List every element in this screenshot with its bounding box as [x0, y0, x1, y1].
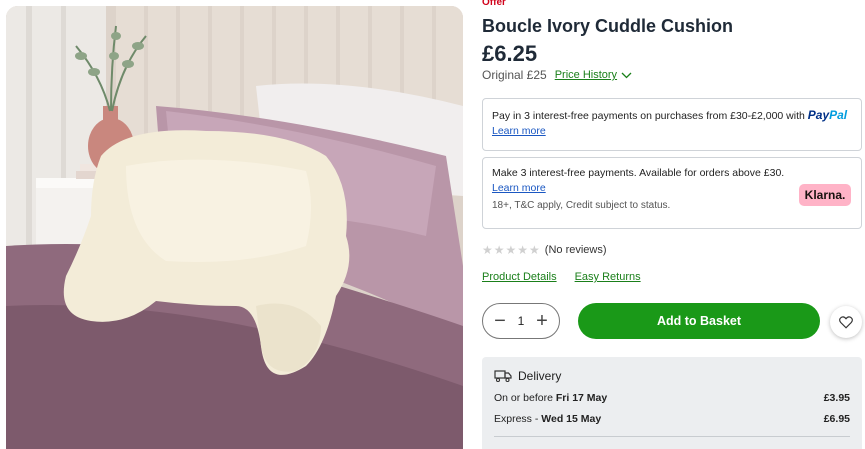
delivery-option-label: On or before Fri 17 May	[494, 392, 608, 404]
price-history-label: Price History	[554, 69, 618, 81]
quantity-decrease-button[interactable]: −	[491, 311, 509, 331]
delivery-option-price: £3.95	[823, 392, 850, 404]
delivery-option-label: Express - Wed 15 May	[494, 413, 602, 425]
klarna-logo: Klarna.	[799, 184, 851, 206]
star-icon: ★★★★★	[482, 243, 541, 257]
quantity-stepper: − 1 +	[482, 303, 560, 339]
product-price: £6.25	[482, 41, 538, 66]
product-links: Product Details Easy Returns	[482, 271, 641, 283]
heart-icon	[839, 315, 853, 329]
original-price-row: Original £25 Price History	[482, 68, 632, 82]
delivery-panel: Delivery On or before Fri 17 May £3.95 E…	[482, 357, 862, 449]
add-to-basket-button[interactable]: Add to Basket	[578, 303, 820, 339]
product-details-link[interactable]: Product Details	[482, 271, 557, 283]
quantity-increase-button[interactable]: +	[533, 311, 551, 331]
easy-returns-link[interactable]: Easy Returns	[575, 271, 641, 283]
delivery-heading-row: Delivery	[494, 369, 850, 383]
paypal-logo: PayPal	[807, 108, 848, 122]
product-image[interactable]	[6, 6, 463, 449]
price-history-link[interactable]: Price History	[555, 69, 632, 81]
paypal-text-row: Pay in 3 interest-free payments on purch…	[492, 108, 852, 122]
delivery-option-standard: On or before Fri 17 May £3.95	[494, 392, 850, 404]
quantity-value[interactable]: 1	[518, 314, 525, 328]
delivery-option-express: Express - Wed 15 May £6.95	[494, 413, 850, 425]
delivery-option-price: £6.95	[823, 413, 850, 425]
klarna-note: 18+, T&C apply, Credit subject to status…	[492, 200, 671, 211]
cushion-photo	[6, 6, 463, 449]
paypal-info-box: Pay in 3 interest-free payments on purch…	[482, 98, 862, 151]
klarna-text: Make 3 interest-free payments. Available…	[492, 167, 785, 179]
offer-label: Offer	[482, 0, 506, 8]
klarna-learn-more-link[interactable]: Learn more	[492, 182, 546, 194]
klarna-info-box: Make 3 interest-free payments. Available…	[482, 157, 862, 229]
delivery-heading: Delivery	[518, 369, 562, 383]
chevron-down-icon	[621, 72, 632, 78]
paypal-text: Pay in 3 interest-free payments on purch…	[492, 110, 805, 122]
reviews-row[interactable]: ★★★★★ (No reviews)	[482, 243, 607, 257]
truck-icon	[494, 370, 512, 382]
product-title: Boucle Ivory Cuddle Cushion	[482, 16, 734, 36]
wishlist-button[interactable]	[830, 306, 862, 338]
delivery-divider	[494, 436, 850, 437]
paypal-learn-more-link[interactable]: Learn more	[492, 125, 546, 137]
original-price: Original £25	[482, 68, 547, 82]
reviews-label: (No reviews)	[544, 244, 607, 256]
